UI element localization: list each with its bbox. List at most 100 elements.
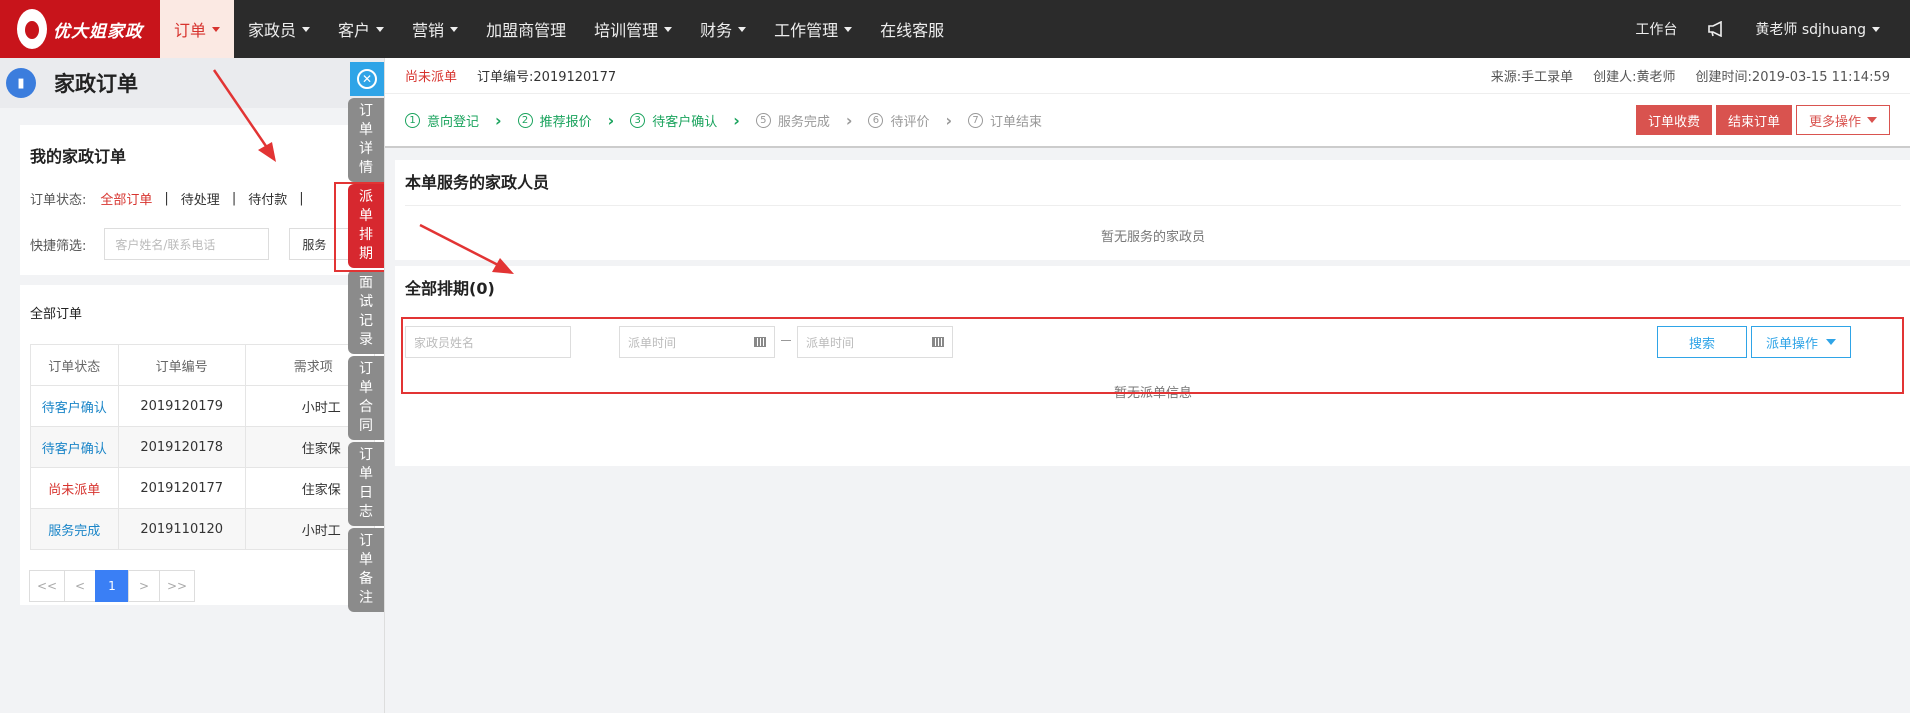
- status-unpaid[interactable]: 待付款: [248, 189, 287, 208]
- chevron-right-icon: ›: [945, 110, 953, 130]
- staff-section: 本单服务的家政人员 暂无服务的家政员: [395, 160, 1910, 260]
- order-status[interactable]: 服务完成: [30, 508, 119, 550]
- step-5: 5 服务完成: [755, 111, 830, 130]
- tab-interview-record[interactable]: 面试记录: [348, 270, 384, 354]
- order-actions: 订单收费 结束订单 更多操作: [1632, 105, 1890, 135]
- tab-label-char: 单: [359, 380, 373, 396]
- filter-card: 我的家政订单 订单状态: 全部订单 | 待处理 | 待付款 | 快捷筛选: 客户…: [20, 125, 385, 275]
- status-pending[interactable]: 待处理: [181, 189, 220, 208]
- order-created-time: 创建时间:2019-03-15 11:14:59: [1695, 70, 1890, 85]
- tab-label-char: 日: [359, 485, 373, 501]
- col-status: 订单状态: [30, 344, 119, 386]
- table-row[interactable]: 服务完成 2019110120 小时工: [30, 508, 376, 550]
- brand-logo[interactable]: 优大姐家政: [0, 0, 160, 58]
- table-row[interactable]: 尚未派单 2019120177 住家保: [30, 467, 376, 509]
- chevron-down-icon: [302, 26, 311, 32]
- order-info-bar: 尚未派单 订单编号:2019120177 来源:手工录单 创建人:黄老师 创建时…: [385, 58, 1910, 94]
- close-icon: ✕: [357, 69, 377, 89]
- logo-text: 优大姐家政: [53, 21, 143, 42]
- order-creator: 创建人:黄老师: [1593, 70, 1676, 85]
- order-source: 来源:手工录单: [1490, 70, 1574, 85]
- chevron-right-icon: ›: [495, 110, 502, 130]
- orders-table: 订单状态 订单编号 需求项 待客户确认 2019120179 小时工 待客户确认…: [30, 344, 376, 550]
- tab-order-notes[interactable]: 订单备注: [348, 528, 384, 612]
- tab-label-char: 同: [359, 418, 373, 434]
- step-number: 7: [968, 112, 984, 128]
- next-page-button[interactable]: >: [128, 570, 160, 602]
- first-page-button[interactable]: <<: [29, 570, 65, 602]
- nav-work-label: 工作管理: [774, 21, 839, 40]
- user-menu[interactable]: 黄老师 sdjhuang: [1755, 19, 1880, 39]
- nav-work[interactable]: 工作管理: [760, 0, 866, 58]
- tab-order-detail[interactable]: 订单详情: [348, 98, 384, 182]
- nav-online-service-label: 在线客服: [880, 21, 945, 40]
- chevron-down-icon: [844, 26, 853, 32]
- step-label: 意向登记: [427, 114, 480, 130]
- status-all[interactable]: 全部订单: [100, 189, 152, 208]
- nav-right: 工作台 黄老师 sdjhuang: [1635, 0, 1910, 58]
- nav-online-service[interactable]: 在线客服: [866, 0, 958, 58]
- nav-finance-label: 财务: [700, 21, 733, 40]
- tab-label-char: 备: [359, 571, 373, 587]
- nav-training[interactable]: 培训管理: [580, 0, 686, 58]
- step-number: 6: [868, 112, 884, 128]
- step-label: 待评价: [890, 114, 930, 130]
- chevron-down-icon: [376, 26, 385, 32]
- customer-search-input[interactable]: 客户姓名/联系电话: [104, 228, 270, 260]
- chevron-down-icon: [212, 26, 221, 32]
- tab-label-char: 单: [359, 552, 373, 568]
- chevron-down-icon: [450, 26, 459, 32]
- prev-page-button[interactable]: <: [64, 570, 96, 602]
- tab-label-char: 志: [359, 504, 373, 520]
- order-table-card: 全部订单 订单状态 订单编号 需求项 待客户确认 2019120179 小时工 …: [20, 275, 385, 605]
- step-number: 1: [405, 112, 420, 128]
- step-label: 订单结束: [990, 114, 1043, 130]
- step-7: 7 订单结束: [968, 111, 1042, 130]
- tab-label-char: 记: [359, 313, 373, 329]
- nav-customers[interactable]: 客户: [324, 0, 398, 58]
- order-progress: 1 意向登记 › 2 推荐报价 › 3 待客户确认 › 5 服务完成 › 6 待评价 › …: [385, 94, 1910, 148]
- nav-finance[interactable]: 财务: [686, 0, 760, 58]
- order-status[interactable]: 待客户确认: [30, 385, 119, 427]
- nav-orders[interactable]: 订单: [160, 0, 235, 58]
- tab-label-char: 合: [359, 399, 373, 415]
- chevron-right-icon: ›: [607, 110, 615, 130]
- step-6: 6 待评价: [868, 111, 929, 130]
- tab-label-char: 订: [359, 533, 373, 549]
- nav-staff[interactable]: 家政员: [234, 0, 324, 58]
- all-orders-label: 全部订单: [30, 307, 83, 322]
- end-order-button[interactable]: 结束订单: [1715, 105, 1792, 135]
- table-row[interactable]: 待客户确认 2019120179 小时工: [30, 385, 376, 427]
- logo-face-icon: [17, 9, 47, 49]
- workbench-link[interactable]: 工作台: [1635, 19, 1677, 39]
- book-icon: ▮: [6, 68, 36, 98]
- pagination: << < 1 > >>: [29, 570, 375, 602]
- step-label: 推荐报价: [539, 114, 592, 130]
- tab-order-log[interactable]: 订单日志: [348, 442, 384, 526]
- tab-label-char: 面: [359, 275, 373, 291]
- highlight-box: [401, 317, 1904, 394]
- tab-order-contract[interactable]: 订单合同: [348, 356, 384, 440]
- charge-button[interactable]: 订单收费: [1635, 105, 1712, 135]
- order-status[interactable]: 尚未派单: [30, 467, 119, 509]
- tab-label-char: 订: [359, 103, 373, 119]
- nav-franchise[interactable]: 加盟商管理: [472, 0, 580, 58]
- more-actions-button[interactable]: 更多操作: [1795, 105, 1890, 135]
- last-page-button[interactable]: >>: [159, 570, 195, 602]
- more-actions-label: 更多操作: [1808, 114, 1861, 130]
- step-number: 5: [755, 112, 771, 128]
- tab-label-char: 注: [359, 590, 373, 606]
- close-detail-button[interactable]: ✕: [350, 62, 384, 96]
- col-order-no: 订单编号: [117, 344, 246, 386]
- nav-marketing[interactable]: 营销: [398, 0, 472, 58]
- megaphone-icon[interactable]: [1707, 21, 1725, 37]
- nav-staff-label: 家政员: [248, 21, 297, 40]
- nav-customers-label: 客户: [338, 21, 371, 40]
- step-label: 待客户确认: [652, 114, 718, 130]
- table-row[interactable]: 待客户确认 2019120178 住家保: [30, 426, 376, 468]
- chevron-down-icon: [1867, 117, 1877, 123]
- chevron-down-icon: [1872, 26, 1880, 32]
- page-1-button[interactable]: 1: [95, 570, 129, 602]
- tab-label-char: 单: [359, 122, 373, 138]
- order-status[interactable]: 待客户确认: [30, 426, 119, 468]
